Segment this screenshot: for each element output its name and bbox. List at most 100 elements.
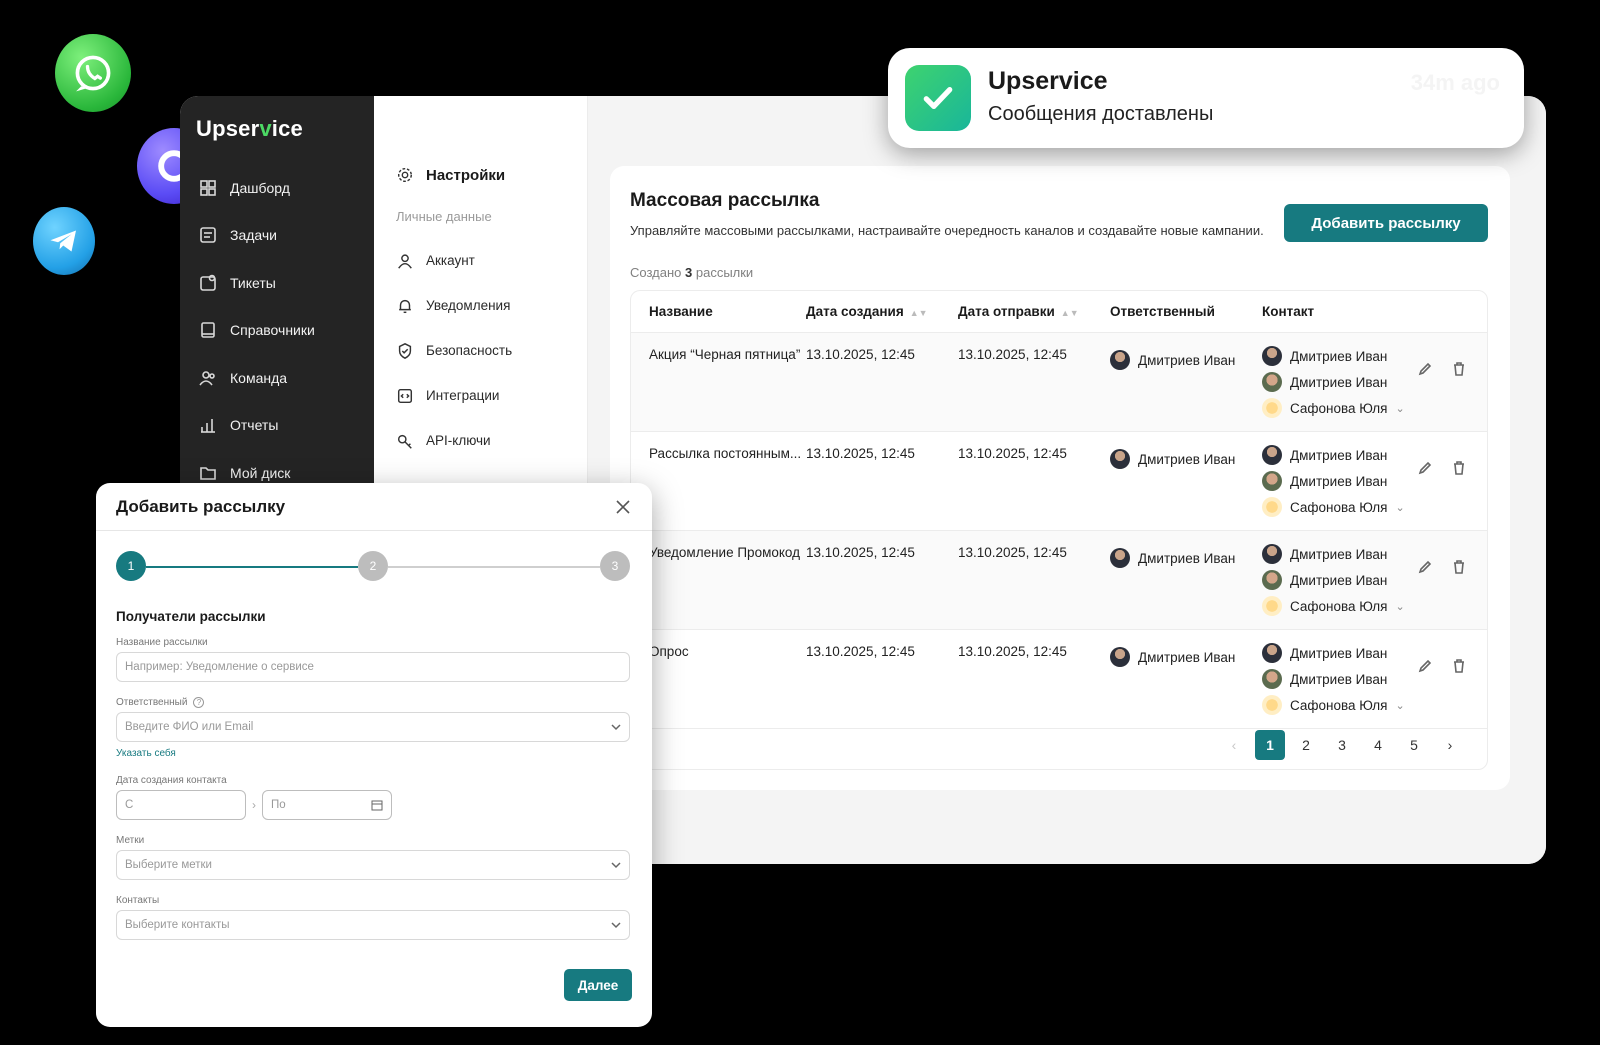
row-name: Рассылка постоянным... (649, 446, 802, 461)
settings-list: Аккаунт Уведомления Безопасность Интегра… (396, 238, 512, 463)
book-icon (201, 322, 215, 339)
settings-item-notifications[interactable]: Уведомления (396, 283, 512, 328)
page-button-5[interactable]: 5 (1399, 730, 1429, 760)
edit-icon[interactable] (1417, 559, 1433, 575)
chevron-down-icon[interactable]: ⌄ (1396, 600, 1405, 613)
edit-icon[interactable] (1417, 460, 1433, 476)
page-button-2[interactable]: 2 (1291, 730, 1321, 760)
created-count: Создано 3 рассылки (630, 265, 754, 280)
edit-icon[interactable] (1417, 361, 1433, 377)
modal-section-title: Получатели рассылки (116, 609, 266, 624)
trash-icon[interactable] (1451, 658, 1467, 674)
trash-icon[interactable] (1451, 361, 1467, 377)
sidebar-item-tickets[interactable]: Тикеты (198, 259, 315, 307)
mailing-card: Массовая рассылка Управляйте массовыми р… (610, 166, 1510, 790)
avatar (1262, 643, 1282, 663)
trash-icon[interactable] (1451, 460, 1467, 476)
contacts-select[interactable]: Выберите контакты (116, 910, 630, 940)
column-header-sent[interactable]: Дата отправки ▲▼ (958, 304, 1110, 319)
chevron-right-icon: › (252, 798, 256, 812)
column-header-created[interactable]: Дата создания ▲▼ (806, 304, 958, 319)
sort-icon[interactable]: ▲▼ (1061, 308, 1079, 318)
settings-item-security[interactable]: Безопасность (396, 328, 512, 373)
avatar (1262, 445, 1282, 465)
settings-title[interactable]: Настройки (396, 166, 505, 184)
logo[interactable]: Upservice (196, 116, 303, 142)
next-button[interactable]: Далее (564, 969, 632, 1001)
date-from-input[interactable]: С (116, 790, 246, 820)
column-header-name[interactable]: Название (631, 304, 806, 319)
page-button-1[interactable]: 1 (1255, 730, 1285, 760)
avatar (1110, 548, 1130, 568)
date-to-input[interactable]: По (262, 790, 392, 820)
contact-name: Дмитриев Иван (1290, 447, 1388, 463)
contact-name: Дмитриев Иван (1290, 572, 1388, 588)
step-2[interactable]: 2 (358, 551, 388, 581)
notification-title: Upservice (988, 67, 1108, 95)
sidebar-item-dashboard[interactable]: Дашборд (198, 164, 315, 212)
calendar-icon[interactable] (371, 799, 383, 811)
sidebar-item-label: Справочники (230, 322, 315, 339)
table-row[interactable]: Уведомление Промокод 13.10.2025, 12:45 1… (631, 531, 1487, 630)
sidebar-item-label: Команда (230, 369, 288, 386)
responsible-name: Дмитриев Иван (1138, 352, 1236, 368)
notification-toast[interactable]: Upservice Сообщения доставлены 34m ago (888, 48, 1524, 148)
shield-icon (398, 342, 412, 359)
sidebar-item-label: Мой диск (230, 464, 291, 481)
add-mailing-modal: Добавить рассылку 1 2 3 Получатели рассы… (96, 483, 652, 1027)
settings-item-api-keys[interactable]: API-ключи (396, 418, 512, 463)
step-1[interactable]: 1 (116, 551, 146, 581)
row-sent: 13.10.2025, 12:45 (958, 347, 1067, 362)
chevron-down-icon[interactable]: ⌄ (1396, 501, 1405, 514)
page-button-4[interactable]: 4 (1363, 730, 1393, 760)
field-label: Контакты (116, 895, 160, 906)
bell-icon (399, 299, 411, 313)
step-3[interactable]: 3 (600, 551, 630, 581)
settings-item-account[interactable]: Аккаунт (396, 238, 512, 283)
avatar (1262, 570, 1282, 590)
prev-page-button[interactable]: ‹ (1219, 730, 1249, 760)
contact-name: Сафонова Юля (1290, 598, 1388, 614)
tasks-icon (200, 227, 216, 244)
contact-name: Дмитриев Иван (1290, 546, 1388, 562)
trash-icon[interactable] (1451, 559, 1467, 575)
help-icon[interactable]: ? (193, 697, 205, 708)
sidebar-item-label: Дашборд (230, 179, 290, 196)
contact-name: Дмитриев Иван (1290, 473, 1388, 489)
page-button-3[interactable]: 3 (1327, 730, 1357, 760)
responsible-name: Дмитриев Иван (1138, 451, 1236, 467)
chevron-down-icon[interactable]: ⌄ (1396, 402, 1405, 415)
sidebar-item-tasks[interactable]: Задачи (198, 212, 315, 260)
avatar (1262, 398, 1282, 418)
sidebar-item-team[interactable]: Команда (198, 354, 315, 402)
chevron-down-icon[interactable]: ⌄ (1396, 699, 1405, 712)
row-name: Опрос (649, 644, 689, 659)
field-label: Название рассылки (116, 637, 208, 648)
table-row[interactable]: Рассылка постоянным... 13.10.2025, 12:45… (631, 432, 1487, 531)
row-sent: 13.10.2025, 12:45 (958, 446, 1067, 461)
notification-time: 34m ago (1410, 70, 1500, 95)
code-icon (397, 388, 413, 403)
modal-header: Добавить рассылку (96, 483, 652, 531)
content-area: Массовая рассылка Управляйте массовыми р… (588, 96, 1546, 864)
sidebar-item-reports[interactable]: Отчеты (198, 402, 315, 450)
mailing-name-input[interactable]: Например: Уведомление о сервисе (116, 652, 630, 682)
table-row[interactable]: Акция “Черная пятница” 13.10.2025, 12:45… (631, 333, 1487, 432)
table-row[interactable]: Опрос 13.10.2025, 12:45 13.10.2025, 12:4… (631, 630, 1487, 729)
settings-item-integrations[interactable]: Интеграции (396, 373, 512, 418)
close-icon[interactable] (614, 498, 632, 516)
sidebar-item-references[interactable]: Справочники (198, 307, 315, 355)
tags-select[interactable]: Выберите метки (116, 850, 630, 880)
chart-icon (201, 419, 215, 434)
edit-icon[interactable] (1417, 658, 1433, 674)
add-mailing-button[interactable]: Добавить рассылку (1284, 204, 1488, 242)
sort-icon[interactable]: ▲▼ (910, 308, 928, 318)
check-icon (905, 65, 971, 131)
assign-self-link[interactable]: Указать себя (116, 748, 630, 759)
row-sent: 13.10.2025, 12:45 (958, 644, 1067, 659)
responsible-name: Дмитриев Иван (1138, 649, 1236, 665)
gear-icon (397, 167, 413, 183)
responsible-select[interactable]: Введите ФИО или Email (116, 712, 630, 742)
row-created: 13.10.2025, 12:45 (806, 347, 915, 362)
next-page-button[interactable]: › (1435, 730, 1465, 760)
